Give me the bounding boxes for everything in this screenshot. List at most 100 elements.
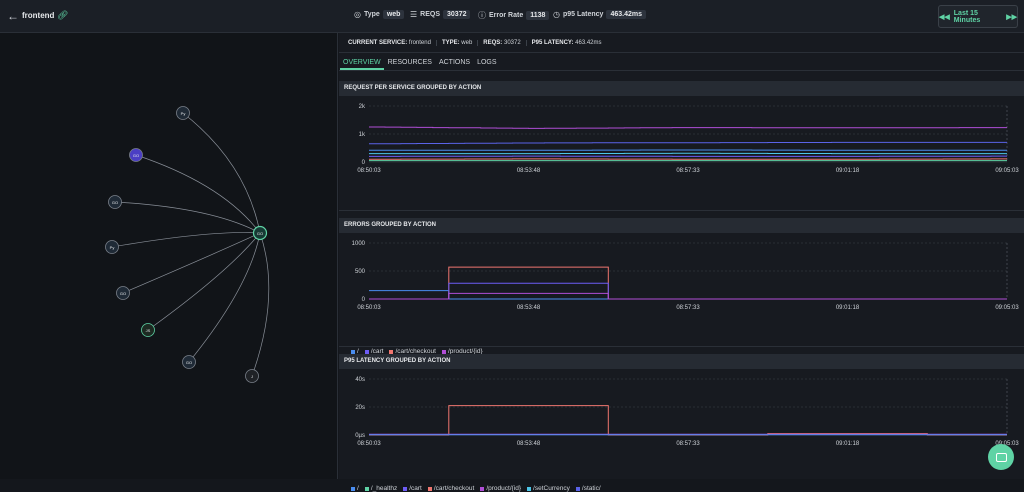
- service-graph-canvas[interactable]: Py GO GO Py GO JS GO J GO: [0, 33, 338, 479]
- chat-icon: [996, 453, 1007, 462]
- x-tick-label: 09:01:18: [836, 168, 860, 174]
- y-tick-label: 40s: [355, 377, 365, 383]
- service-reqs-value: 30372: [504, 40, 521, 46]
- globe-icon: ◎: [354, 10, 361, 19]
- legend-swatch: [351, 350, 355, 354]
- legend-label: /_healthz: [371, 485, 397, 492]
- legend-item[interactable]: /: [351, 485, 359, 492]
- x-tick-label: 09:01:18: [836, 441, 860, 447]
- legend-label: /static/: [582, 485, 601, 492]
- legend-label: /product/{id}: [486, 485, 521, 492]
- requests-panel: REQUEST PER SERVICE GROUPED BY ACTION 2k…: [339, 81, 1024, 209]
- rewind-icon[interactable]: ◀◀: [939, 13, 950, 21]
- legend-swatch: [527, 487, 531, 491]
- legend-item[interactable]: /cart/checkout: [428, 485, 474, 492]
- legend-swatch: [428, 487, 432, 491]
- time-range-picker[interactable]: ◀◀ Last 15 Minutes ▶▶: [938, 5, 1018, 28]
- legend-swatch: [576, 487, 580, 491]
- selected-service-node[interactable]: GO: [254, 227, 267, 240]
- x-tick-label: 09:05:03: [995, 305, 1019, 311]
- legend-swatch: [442, 350, 446, 354]
- back-arrow-icon[interactable]: ←: [6, 9, 20, 23]
- x-tick-label: 08:53:48: [517, 168, 541, 174]
- top-bar: ← frontend 🔗︎ ◎ Type web ☰ REQS 30372 ⓘ …: [0, 0, 1024, 33]
- latency-badge: 463.42ms: [606, 10, 646, 19]
- chat-button[interactable]: [988, 444, 1014, 470]
- legend-item[interactable]: /static/: [576, 485, 601, 492]
- divider: [339, 210, 1024, 211]
- legend-swatch: [365, 350, 369, 354]
- error-rate-stat: ⓘ Error Rate 1138: [478, 10, 549, 21]
- python-icon: Py: [110, 245, 115, 250]
- requests-chart[interactable]: 2k1k008:50:0308:53:4808:57:3309:01:1809:…: [339, 98, 1024, 190]
- series-line[interactable]: [369, 291, 1007, 299]
- java-icon: J: [251, 374, 253, 379]
- details-pane: CURRENT SERVICE: frontend TYPE: web REQS…: [339, 33, 1024, 479]
- series-line[interactable]: [369, 406, 1007, 435]
- legend-swatch: [403, 487, 407, 491]
- reqs-stat: ☰ REQS 30372: [410, 10, 470, 19]
- go-icon: GO: [186, 360, 192, 365]
- legend-item[interactable]: /cart: [403, 485, 422, 492]
- graph-edge: [183, 113, 260, 233]
- go-icon: GO: [257, 231, 263, 236]
- forward-icon[interactable]: ▶▶: [1006, 13, 1017, 21]
- tab-resources[interactable]: RESOURCES: [385, 54, 435, 70]
- list-icon: ☰: [410, 10, 417, 19]
- latency-panel: P95 LATENCY GROUPED BY ACTION 40s 20s 0µs 0…: [339, 354, 1024, 479]
- series-line[interactable]: [369, 142, 1007, 143]
- service-node[interactable]: GO: [130, 149, 143, 162]
- x-tick-label: 09:01:18: [836, 305, 860, 311]
- latency-panel-title: P95 LATENCY GROUPED BY ACTION: [339, 354, 1024, 369]
- latency-chart[interactable]: 40s20s0µs08:50:0308:53:4808:57:3309:01:1…: [339, 371, 1024, 463]
- type-stat: ◎ Type web: [354, 10, 404, 19]
- link-icon[interactable]: 🔗︎: [57, 10, 68, 21]
- y-tick-label: 0µs: [355, 433, 365, 439]
- graph-edge: [115, 202, 260, 233]
- service-node[interactable]: JS: [142, 324, 155, 337]
- legend-item[interactable]: /product/{id}: [480, 485, 521, 492]
- current-service-value: frontend: [409, 40, 431, 46]
- service-node[interactable]: Py: [106, 241, 119, 254]
- graph-edge: [136, 155, 260, 233]
- tab-actions[interactable]: ACTIONS: [436, 54, 473, 70]
- service-node[interactable]: Py: [177, 107, 190, 120]
- service-node[interactable]: J: [246, 370, 259, 383]
- x-tick-label: 08:50:03: [357, 305, 381, 311]
- series-line[interactable]: [369, 127, 1007, 128]
- go-icon: GO: [133, 153, 139, 158]
- service-info-bar: CURRENT SERVICE: frontend TYPE: web REQS…: [339, 33, 1024, 53]
- errors-chart[interactable]: 1000500008:50:0308:53:4808:57:3309:01:18…: [339, 235, 1024, 327]
- clock-icon: ◷: [553, 10, 560, 19]
- requests-panel-title: REQUEST PER SERVICE GROUPED BY ACTION: [339, 81, 1024, 96]
- time-range-label: Last 15 Minutes: [954, 10, 1002, 24]
- errors-panel-title: ERRORS GROUPED BY ACTION: [339, 218, 1024, 233]
- x-tick-label: 08:53:48: [517, 305, 541, 311]
- y-tick-label: 20s: [355, 405, 365, 411]
- service-graph[interactable]: Py GO GO Py GO JS GO J GO: [0, 33, 338, 479]
- x-tick-label: 08:57:33: [676, 305, 700, 311]
- errors-panel: ERRORS GROUPED BY ACTION 1000500008:50:0…: [339, 218, 1024, 346]
- y-tick-label: 1000: [352, 241, 366, 247]
- tab-overview[interactable]: OVERVIEW: [340, 54, 384, 70]
- series-line[interactable]: [369, 283, 1007, 299]
- error-rate-badge: 1138: [526, 11, 549, 20]
- service-node[interactable]: GO: [183, 356, 196, 369]
- detail-tabs: OVERVIEW RESOURCES ACTIONS LOGS: [339, 54, 1024, 71]
- legend-item[interactable]: /_healthz: [365, 485, 397, 492]
- service-node[interactable]: GO: [109, 196, 122, 209]
- x-tick-label: 08:57:33: [676, 441, 700, 447]
- service-node[interactable]: GO: [117, 287, 130, 300]
- go-icon: GO: [112, 200, 118, 205]
- legend-swatch: [351, 487, 355, 491]
- x-tick-label: 08:50:03: [357, 441, 381, 447]
- latency-legend: / /_healthz/cart/cart/checkout/product/{i…: [351, 485, 601, 492]
- x-tick-label: 08:50:03: [357, 168, 381, 174]
- service-latency-value: 463.42ms: [575, 40, 601, 46]
- legend-item[interactable]: /setCurrency: [527, 485, 570, 492]
- series-line[interactable]: [369, 293, 1007, 299]
- tab-logs[interactable]: LOGS: [474, 54, 499, 70]
- error-icon: ⓘ: [478, 10, 486, 21]
- node-icon: JS: [146, 328, 151, 333]
- legend-label: /cart: [409, 485, 422, 492]
